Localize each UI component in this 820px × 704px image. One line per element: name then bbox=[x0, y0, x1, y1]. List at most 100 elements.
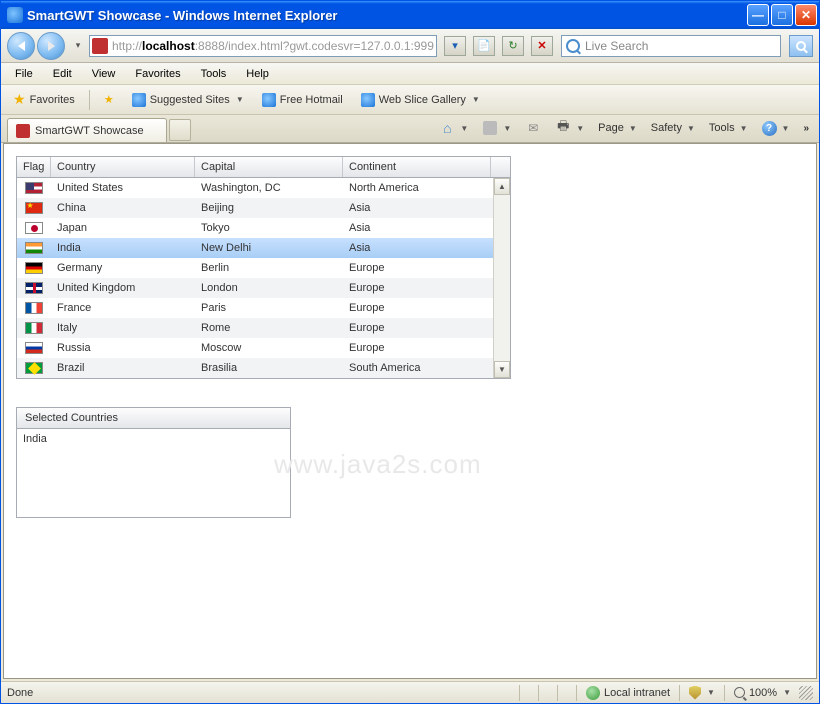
ie-icon bbox=[361, 93, 375, 107]
table-row[interactable]: FranceParisEurope bbox=[17, 298, 510, 318]
refresh-button[interactable]: ↻ bbox=[502, 36, 524, 56]
cell-continent: Europe bbox=[343, 260, 491, 276]
home-button[interactable]: ⌂▼ bbox=[435, 118, 472, 138]
cell-capital: Beijing bbox=[195, 200, 343, 216]
favorites-button[interactable]: ★Favorites bbox=[7, 88, 81, 111]
table-row[interactable]: GermanyBerlinEurope bbox=[17, 258, 510, 278]
cell-capital: Paris bbox=[195, 300, 343, 316]
cell-flag bbox=[17, 180, 51, 196]
menu-tools[interactable]: Tools bbox=[191, 65, 237, 83]
site-favicon-icon bbox=[92, 38, 108, 54]
table-row[interactable]: United KingdomLondonEurope bbox=[17, 278, 510, 298]
web-slice-link[interactable]: Web Slice Gallery▼ bbox=[355, 90, 486, 110]
cell-country: Japan bbox=[51, 220, 195, 236]
free-hotmail-link[interactable]: Free Hotmail bbox=[256, 90, 349, 110]
help-button[interactable]: ?▼ bbox=[758, 119, 794, 138]
chevron-down-icon: ▼ bbox=[576, 124, 584, 133]
ie-icon bbox=[7, 7, 23, 23]
cell-continent: Europe bbox=[343, 340, 491, 356]
protected-mode[interactable]: ▼ bbox=[685, 686, 719, 700]
add-favorite-button[interactable]: ★ bbox=[98, 90, 120, 109]
table-row[interactable]: BrazilBrasiliaSouth America bbox=[17, 358, 510, 378]
page-menu[interactable]: Page▼ bbox=[594, 120, 641, 136]
tab-smartgwt[interactable]: SmartGWT Showcase bbox=[7, 118, 167, 142]
header-scroll-spacer bbox=[491, 157, 508, 177]
rss-button[interactable]: ▼ bbox=[478, 118, 515, 138]
resize-grip[interactable] bbox=[799, 686, 813, 700]
chevron-down-icon: ▼ bbox=[783, 688, 791, 697]
ie-icon bbox=[262, 93, 276, 107]
table-row[interactable]: RussiaMoscowEurope bbox=[17, 338, 510, 358]
overflow-button[interactable]: » bbox=[799, 121, 813, 136]
table-row[interactable]: United StatesWashington, DCNorth America bbox=[17, 178, 510, 198]
stop-button[interactable]: ✕ bbox=[531, 36, 553, 56]
cell-country: Germany bbox=[51, 260, 195, 276]
chevron-down-icon: ▼ bbox=[472, 95, 480, 104]
back-button[interactable] bbox=[7, 32, 35, 60]
minimize-button[interactable]: — bbox=[747, 4, 769, 26]
url-dropdown-button[interactable]: ▾ bbox=[444, 36, 466, 56]
scroll-track[interactable] bbox=[494, 195, 510, 361]
header-country[interactable]: Country bbox=[51, 157, 195, 177]
cell-capital: Tokyo bbox=[195, 220, 343, 236]
shield-icon bbox=[689, 686, 701, 700]
table-row[interactable]: JapanTokyoAsia bbox=[17, 218, 510, 238]
close-button[interactable]: ✕ bbox=[795, 4, 817, 26]
flag-icon bbox=[25, 202, 43, 214]
tab-bar: SmartGWT Showcase ⌂▼ ▼ ✉ 🖶▼ Page▼ Safety… bbox=[1, 115, 819, 143]
flag-icon bbox=[25, 362, 43, 374]
cell-country: Italy bbox=[51, 320, 195, 336]
safety-menu[interactable]: Safety▼ bbox=[647, 120, 699, 136]
cell-country: Russia bbox=[51, 340, 195, 356]
cell-flag bbox=[17, 200, 51, 216]
header-flag[interactable]: Flag bbox=[17, 157, 51, 177]
nav-history-dropdown[interactable]: ▾ bbox=[71, 33, 85, 59]
print-icon: 🖶 bbox=[555, 120, 571, 136]
home-icon: ⌂ bbox=[439, 120, 455, 136]
maximize-button[interactable]: □ bbox=[771, 4, 793, 26]
vertical-scrollbar[interactable]: ▲ ▼ bbox=[493, 178, 510, 378]
zoom-control[interactable]: 100% ▼ bbox=[730, 687, 795, 699]
flag-icon bbox=[25, 342, 43, 354]
cell-flag bbox=[17, 360, 51, 376]
chevron-down-icon: ▼ bbox=[782, 124, 790, 133]
scroll-down-button[interactable]: ▼ bbox=[494, 361, 510, 378]
scroll-up-button[interactable]: ▲ bbox=[494, 178, 510, 195]
chevron-down-icon: ▼ bbox=[707, 688, 715, 697]
zoom-icon bbox=[734, 687, 745, 698]
watermark: www.java2s.com bbox=[274, 449, 482, 480]
cell-flag bbox=[17, 320, 51, 336]
cell-continent: Asia bbox=[343, 220, 491, 236]
menu-favorites[interactable]: Favorites bbox=[125, 65, 190, 83]
search-button[interactable] bbox=[789, 35, 813, 57]
tools-menu[interactable]: Tools▼ bbox=[705, 120, 752, 136]
header-capital[interactable]: Capital bbox=[195, 157, 343, 177]
chevron-down-icon: ▼ bbox=[740, 124, 748, 133]
flag-icon bbox=[25, 282, 43, 294]
menu-view[interactable]: View bbox=[82, 65, 126, 83]
search-input[interactable]: Live Search bbox=[561, 35, 781, 57]
cell-continent: Europe bbox=[343, 280, 491, 296]
mail-button[interactable]: ✉ bbox=[521, 118, 545, 138]
table-row[interactable]: IndiaNew DelhiAsia bbox=[17, 238, 510, 258]
menu-edit[interactable]: Edit bbox=[43, 65, 82, 83]
menu-help[interactable]: Help bbox=[236, 65, 279, 83]
compat-button[interactable]: 📄 bbox=[473, 36, 495, 56]
titlebar[interactable]: SmartGWT Showcase - Windows Internet Exp… bbox=[1, 1, 819, 29]
status-text: Done bbox=[7, 687, 514, 699]
new-tab-button[interactable] bbox=[169, 119, 191, 141]
print-button[interactable]: 🖶▼ bbox=[551, 118, 588, 138]
table-row[interactable]: ChinaBeijingAsia bbox=[17, 198, 510, 218]
cell-flag bbox=[17, 220, 51, 236]
header-continent[interactable]: Continent bbox=[343, 157, 491, 177]
suggested-sites-link[interactable]: Suggested Sites▼ bbox=[126, 90, 250, 110]
cell-flag bbox=[17, 280, 51, 296]
cell-capital: New Delhi bbox=[195, 240, 343, 256]
address-bar[interactable]: http://localhost:8888/index.html?gwt.cod… bbox=[89, 35, 437, 57]
menu-file[interactable]: File bbox=[5, 65, 43, 83]
table-row[interactable]: ItalyRomeEurope bbox=[17, 318, 510, 338]
security-zone[interactable]: Local intranet bbox=[582, 686, 674, 700]
chevron-down-icon: ▼ bbox=[629, 124, 637, 133]
forward-button[interactable] bbox=[37, 32, 65, 60]
cell-capital: Rome bbox=[195, 320, 343, 336]
